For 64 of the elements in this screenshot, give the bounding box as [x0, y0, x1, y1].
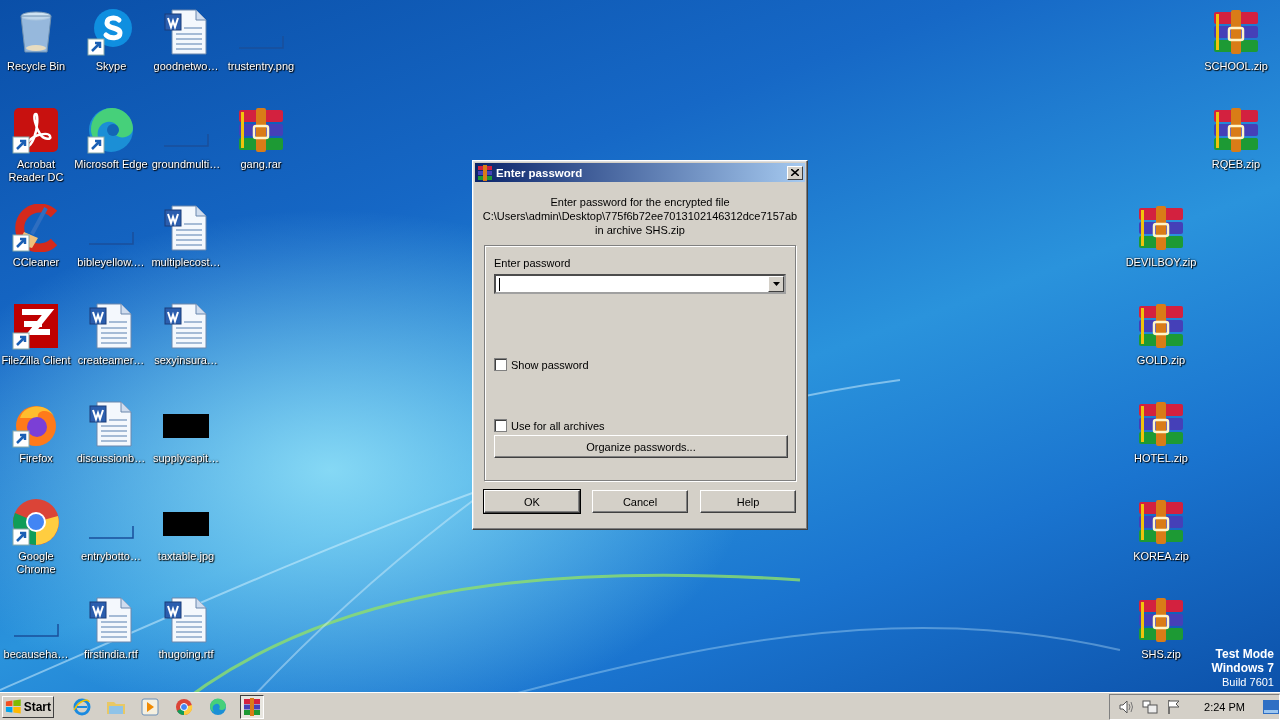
browser-icon — [175, 697, 193, 716]
icon-label: multiplecost… — [151, 256, 221, 269]
dialog-button[interactable]: Cancel — [592, 490, 688, 513]
message-text: C:\Users\admin\Desktop\775f6b72ee7013102146312dce7157ab — [482, 210, 798, 223]
clock-text[interactable]: 2:24 PM — [1204, 700, 1245, 713]
close-button[interactable] — [787, 165, 803, 180]
icon-label: firstindia.rtf — [84, 648, 138, 661]
icon-label: SHS.zip — [1141, 648, 1181, 661]
archive-icon — [477, 164, 493, 181]
browser-icon — [73, 697, 91, 716]
icon-label: CCleaner — [12, 256, 60, 269]
windows-logo-icon — [5, 698, 22, 715]
icon-label: RQEB.zip — [1211, 158, 1261, 171]
icon-label: SCHOOL.zip — [1204, 60, 1268, 73]
system-info-text: Build 7601 — [1222, 675, 1274, 689]
start-button[interactable]: Start — [2, 695, 54, 718]
icon-label: FileZilla Client — [1, 354, 71, 367]
icon-label: discussionb… — [76, 452, 146, 465]
icon-label: Skype — [95, 60, 127, 73]
icon-label: HOTEL.zip — [1134, 452, 1188, 465]
icon-label: trustentry.png — [227, 60, 295, 73]
icon-label: Acrobat Reader DC — [7, 158, 65, 184]
icon-label: groundmulti… — [151, 158, 221, 171]
password-field[interactable] — [494, 274, 786, 294]
icon-label: DEVILBOY.zip — [1125, 256, 1197, 269]
network-icon[interactable] — [1142, 698, 1159, 715]
icon-label: taxtable.jpg — [157, 550, 215, 563]
checkbox-label: Show password — [511, 358, 589, 371]
checkbox[interactable] — [494, 358, 507, 371]
checkbox[interactable] — [494, 419, 507, 432]
icon-label: sexyinsura… — [154, 354, 218, 367]
media-player-icon — [141, 697, 159, 716]
icon-label: bibleyellow.… — [77, 256, 145, 269]
system-info-text: Test Mode — [1215, 647, 1274, 661]
window-title: Enter password — [496, 166, 584, 179]
browser-icon — [209, 697, 227, 716]
checkbox-label: Use for all archives — [511, 419, 605, 432]
system-info-text: Windows 7 — [1211, 661, 1274, 675]
icon-label: entrybotto… — [81, 550, 141, 563]
dialog-button[interactable]: OK — [484, 490, 580, 513]
speaker-icon[interactable] — [1118, 698, 1135, 715]
icon-label: gang.rar — [240, 158, 282, 171]
icon-label: goodnetwo… — [153, 60, 219, 73]
field-label: Enter password — [494, 257, 572, 269]
icon-label: supplycapit… — [152, 452, 219, 465]
icon-label: createamer… — [77, 354, 145, 367]
message-text: in archive SHS.zip — [595, 224, 685, 237]
close-icon — [791, 169, 799, 176]
show-desktop-icon[interactable] — [1263, 699, 1279, 714]
icon-label: Firefox — [19, 452, 53, 465]
organize-passwords-button[interactable]: Organize passwords... — [494, 435, 788, 458]
icon-label: Microsoft Edge — [74, 158, 148, 171]
icon-label: thugoing.rtf — [158, 648, 214, 661]
caret-icon — [772, 282, 780, 286]
taskbar-button[interactable] — [240, 694, 264, 719]
icon-label: Google Chrome — [15, 550, 57, 576]
icon-label: Recycle Bin — [6, 60, 66, 73]
icon-label: becauseha… — [3, 648, 69, 661]
dropdown-button[interactable] — [768, 276, 784, 292]
dialog-button[interactable]: Help — [700, 490, 796, 513]
archive-icon — [243, 697, 261, 716]
icon-label: GOLD.zip — [1136, 354, 1186, 367]
icon-label: KOREA.zip — [1133, 550, 1189, 563]
message-text: Enter password for the encrypted file — [550, 196, 730, 209]
